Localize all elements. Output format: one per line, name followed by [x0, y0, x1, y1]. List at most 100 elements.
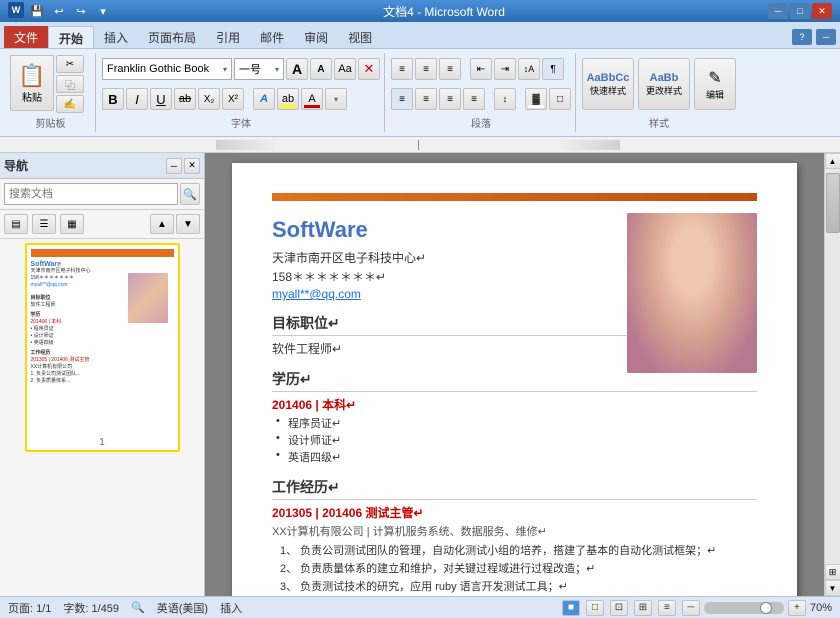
- tab-start[interactable]: 开始: [48, 26, 94, 48]
- doc-edu-item-1: 程序员证↵: [272, 415, 757, 431]
- thumb-edu2: • 设计师证: [31, 333, 174, 340]
- bold-button[interactable]: B: [102, 88, 124, 110]
- view-web-btn[interactable]: ⊞: [634, 600, 652, 616]
- document-area[interactable]: SoftWare 天津市南开区电子科技中心↵ 158＊＊＊＊＊＊＊↵ myall…: [205, 153, 824, 596]
- nav-minimize-btn[interactable]: ─: [166, 158, 182, 174]
- font-size-combo[interactable]: 一号 ▾: [234, 58, 284, 80]
- justify-btn[interactable]: ≡: [463, 88, 485, 110]
- font-grow-btn[interactable]: A: [286, 58, 308, 80]
- show-marks-btn[interactable]: ¶: [542, 58, 564, 80]
- zoom-plus-btn[interactable]: +: [788, 600, 806, 616]
- superscript-button[interactable]: X²: [222, 88, 244, 110]
- copy-button[interactable]: ⿻: [56, 75, 84, 93]
- nav-close-btn[interactable]: ✕: [184, 158, 200, 174]
- font-name-combo[interactable]: Franklin Gothic Book ▾: [102, 58, 232, 80]
- change-style-button[interactable]: AaBb 更改样式: [638, 58, 690, 110]
- doc-work-item-3: 3、 负责测试技术的研究，应用 ruby 语言开发测试工具；↵: [272, 578, 757, 594]
- line-spacing-btn[interactable]: ↕: [494, 88, 516, 110]
- view-normal-btn[interactable]: ■: [562, 600, 580, 616]
- tab-review[interactable]: 审阅: [294, 26, 338, 48]
- underline-button[interactable]: U: [150, 88, 172, 110]
- sort-btn[interactable]: ↕A: [518, 58, 540, 80]
- tab-layout[interactable]: 页面布局: [138, 26, 206, 48]
- nav-up-btn[interactable]: ▲: [150, 214, 174, 234]
- ribbon-minimize-btn[interactable]: ─: [816, 29, 836, 45]
- align-left-btn[interactable]: ≡: [391, 88, 413, 110]
- change-case-btn[interactable]: Aa: [334, 58, 356, 80]
- bullet-list-btn[interactable]: ≡: [391, 58, 413, 80]
- increase-indent-btn[interactable]: ⇥: [494, 58, 516, 80]
- clipboard-small-btns: ✂ ⿻ ✍: [56, 55, 84, 113]
- doc-row: SoftWare 天津市南开区电子科技中心↵ 158＊＊＊＊＊＊＊↵ myall…: [205, 153, 840, 596]
- view-reading-btn[interactable]: ⊡: [610, 600, 628, 616]
- font-row1: Franklin Gothic Book ▾ 一号 ▾ A A Aa ✕: [102, 55, 380, 83]
- quick-undo-btn[interactable]: ↩: [50, 2, 68, 20]
- shading-icon: ▓: [532, 94, 539, 105]
- quick-style-button[interactable]: AaBbCc 快速样式: [582, 58, 634, 110]
- view-full-page-btn[interactable]: □: [586, 600, 604, 616]
- page-thumbnail[interactable]: SoftWare 天津市南开区电子科技中心 158＊＊＊＊＊＊＊ myall**…: [25, 243, 180, 452]
- align-right-btn[interactable]: ≡: [439, 88, 461, 110]
- insert-mode[interactable]: 插入: [220, 600, 242, 616]
- scroll-thumb[interactable]: [826, 173, 840, 233]
- main-layout: 导航 ─ ✕ 🔍 ▤ ☰ ▦ ▲ ▼: [0, 153, 840, 596]
- italic-button[interactable]: I: [126, 88, 148, 110]
- edit-icon: ✎: [708, 68, 721, 88]
- nav-search-input[interactable]: [4, 183, 178, 205]
- font-shrink-btn[interactable]: A: [310, 58, 332, 80]
- paste-button[interactable]: 📋 粘贴: [10, 55, 54, 111]
- nav-search-btn[interactable]: 🔍: [180, 183, 200, 205]
- decrease-indent-btn[interactable]: ⇤: [470, 58, 492, 80]
- quick-redo-btn[interactable]: ↪: [72, 2, 90, 20]
- spell-check[interactable]: 🔍: [131, 601, 145, 614]
- edit-button[interactable]: ✎ 编辑: [694, 58, 736, 110]
- format-painter-button[interactable]: ✍: [56, 95, 84, 113]
- clear-format-btn[interactable]: ✕: [358, 58, 380, 80]
- cut-button[interactable]: ✂: [56, 55, 84, 73]
- doc-work-company: XX计算机有限公司 | 计算机服务系统、数据服务、维修↵: [272, 523, 757, 539]
- tab-insert[interactable]: 插入: [94, 26, 138, 48]
- text-effect-btn[interactable]: A: [253, 88, 275, 110]
- zoom-slider[interactable]: [704, 602, 784, 614]
- maximize-btn[interactable]: □: [790, 3, 810, 19]
- title-bar-app-icons: W 💾 ↩ ↪ ▾: [8, 2, 112, 20]
- scroll-page-nav-btn[interactable]: ⊞: [825, 564, 840, 580]
- strikethrough-button[interactable]: ab: [174, 88, 196, 110]
- doc-edu-item-2: 设计师证↵: [272, 432, 757, 448]
- tab-mail[interactable]: 邮件: [250, 26, 294, 48]
- zoom-minus-btn[interactable]: ─: [682, 600, 700, 616]
- view-draft-btn[interactable]: ≡: [658, 600, 676, 616]
- quick-customize-btn[interactable]: ▾: [94, 2, 112, 20]
- scroll-down-btn[interactable]: ▼: [825, 580, 840, 596]
- tab-file[interactable]: 文件: [4, 26, 48, 48]
- nav-down-btn[interactable]: ▼: [176, 214, 200, 234]
- text-highlight-btn[interactable]: ab: [277, 88, 299, 110]
- font-color-btn[interactable]: A: [301, 88, 323, 110]
- shading-btn[interactable]: ▓: [525, 88, 547, 110]
- multilevel-list-btn[interactable]: ≡: [439, 58, 461, 80]
- ribbon: 文件 开始 插入 页面布局 引用 邮件 审阅 视图 ? ─ 📋 粘贴 ✂: [0, 22, 840, 137]
- scroll-track[interactable]: [825, 169, 840, 564]
- subscript-button[interactable]: X₂: [198, 88, 220, 110]
- tab-references[interactable]: 引用: [206, 26, 250, 48]
- page-info-text: 页面: 1/1: [8, 600, 51, 616]
- close-btn[interactable]: ✕: [812, 3, 832, 19]
- word-count-text: 字数: 1/459: [63, 600, 119, 616]
- scroll-up-btn[interactable]: ▲: [825, 153, 840, 169]
- border-btn[interactable]: □: [549, 88, 571, 110]
- quick-save-btn[interactable]: 💾: [28, 2, 46, 20]
- tab-view[interactable]: 视图: [338, 26, 382, 48]
- language-item[interactable]: 英语(美国): [157, 600, 208, 616]
- nav-page-view-btn[interactable]: ▤: [4, 214, 28, 234]
- nav-heading-view-btn[interactable]: ☰: [32, 214, 56, 234]
- minimize-btn[interactable]: ─: [768, 3, 788, 19]
- zoom-thumb[interactable]: [760, 602, 772, 614]
- nav-result-view-btn[interactable]: ▦: [60, 214, 84, 234]
- align-center-btn[interactable]: ≡: [415, 88, 437, 110]
- ribbon-tab-bar: 文件 开始 插入 页面布局 引用 邮件 审阅 视图 ? ─: [0, 22, 840, 48]
- shading-color-bar: [528, 105, 544, 108]
- ribbon-help-btn[interactable]: ?: [792, 29, 812, 45]
- insert-mode-text: 插入: [220, 600, 242, 616]
- color-picker-btn[interactable]: ▾: [325, 88, 347, 110]
- number-list-btn[interactable]: ≡: [415, 58, 437, 80]
